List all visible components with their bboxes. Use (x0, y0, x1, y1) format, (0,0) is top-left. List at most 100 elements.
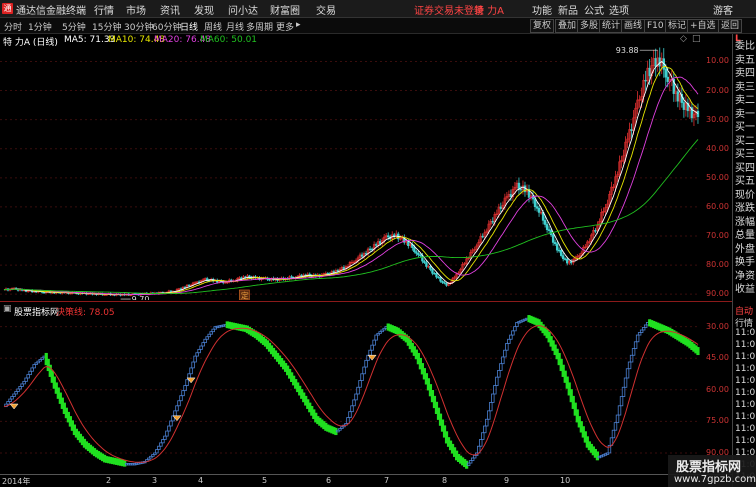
btn-f10[interactable]: F10 (644, 19, 667, 33)
candle-body (559, 249, 563, 256)
indicator-bar-up (30, 367, 34, 372)
indicator-bar-up (479, 439, 483, 447)
menu-shichang[interactable]: 市场 (126, 2, 146, 17)
menu-wenxiaoda[interactable]: 问小达 (228, 2, 258, 17)
period-15min[interactable]: 15分钟 (92, 20, 121, 33)
tick-item-label[interactable]: 11:0 (735, 400, 755, 410)
btn-fanhui[interactable]: 返回 (718, 19, 743, 33)
btn-diejia[interactable]: 叠加 (555, 19, 580, 33)
tick-item-label[interactable]: 11:0 (735, 352, 755, 362)
indicator-bar-up (155, 449, 159, 454)
candle-body (594, 230, 597, 232)
tick-item-label[interactable]: 11:0 (735, 328, 755, 338)
candle-body (425, 262, 428, 267)
indicator-bar-up (181, 390, 185, 397)
indicator-bar-up (189, 367, 193, 375)
candle-body (648, 67, 651, 77)
period-more[interactable]: 更多 (276, 20, 294, 33)
indicator-bar-up (157, 445, 161, 450)
indicator-bar-up (499, 363, 503, 371)
indicator-y-tick: 30.00 (706, 321, 729, 331)
x-axis-tick: 7 (384, 476, 390, 485)
menu-faxian[interactable]: 发现 (194, 2, 214, 17)
menu-gongneng[interactable]: 功能 (532, 2, 552, 17)
x-axis-tick: 3 (152, 476, 158, 485)
low-price-label: 9.70 (132, 295, 150, 300)
candle-body (553, 242, 557, 245)
tick-item-label[interactable]: 11:0 (735, 436, 755, 446)
tick-item-label[interactable]: 11:0 (735, 412, 755, 422)
period-5min[interactable]: 5分钟 (62, 20, 86, 33)
menu-xuanxiang[interactable]: 选项 (609, 2, 629, 17)
candle-body (499, 206, 503, 209)
candle-body (433, 272, 436, 275)
period-daily[interactable]: 日线 (180, 20, 198, 33)
period-multi[interactable]: 多周期 (246, 20, 273, 33)
candle-body (435, 273, 438, 278)
period-fenshi[interactable]: 分时 (4, 20, 22, 33)
candle-body (682, 102, 686, 110)
btn-huaxian[interactable]: 画线 (621, 19, 646, 33)
indicator-bar-up (352, 399, 356, 407)
panel-settings-icon[interactable]: ◇ (680, 34, 687, 44)
candle-body (519, 188, 523, 191)
btn-fuquan[interactable]: 复权 (530, 19, 555, 33)
indicator-dropdown-icon[interactable]: ▣ (3, 304, 12, 314)
indicator-bar-up (615, 414, 620, 424)
menu-gongshi[interactable]: 公式 (584, 2, 604, 17)
indicator-bar-up (505, 343, 509, 351)
indicator-bar-up (193, 355, 197, 363)
tick-item-label[interactable]: 11:0 (735, 388, 755, 398)
tick-item-label[interactable]: 11:0 (735, 376, 755, 386)
tick-item-label[interactable]: 11:0 (735, 424, 755, 434)
price-y-tick: 10.00 (706, 56, 729, 66)
indicator-bar-up (623, 377, 628, 388)
indicator-bar-up (485, 418, 489, 427)
btn-biaoji[interactable]: 标记 (665, 19, 690, 33)
candle-body (445, 282, 448, 286)
candle-body (543, 220, 547, 225)
btn-duogu[interactable]: 多股 (577, 19, 602, 33)
candle-body (570, 261, 573, 264)
indicator-bar-up (619, 396, 624, 407)
period-toolbar: 分时 1分钟 5分钟 15分钟 30分钟 60分钟 日线 周线 月线 多周期 更… (0, 18, 756, 34)
title-stock-name: 特 力A (474, 6, 505, 17)
menu-xinpin[interactable]: 新品 (558, 2, 578, 17)
period-60min[interactable]: 60分钟 (152, 20, 181, 33)
candle-body (664, 69, 667, 78)
more-arrow-icon[interactable]: ▸ (296, 20, 301, 30)
candle-body (423, 260, 426, 264)
indicator-bar-down (334, 427, 338, 436)
indicator-bar-up (179, 395, 183, 402)
guest-label[interactable]: 游客 (713, 2, 733, 17)
menu-caifuquan[interactable]: 财富圈 (270, 2, 300, 17)
panel-divider (0, 301, 732, 302)
menu-jiaoyi[interactable]: 交易 (316, 2, 336, 17)
indicator-bar-up (501, 356, 505, 365)
price-y-tick: 40.00 (706, 143, 729, 153)
indicator-bar-up (165, 430, 169, 437)
quote-item-label[interactable]: 收益 (735, 280, 755, 295)
candle-body (551, 234, 555, 243)
btn-zixuan[interactable]: +自选 (687, 19, 719, 33)
tick-item-label[interactable]: 11:0 (735, 340, 755, 350)
period-weekly[interactable]: 周线 (204, 20, 222, 33)
menu-zixun[interactable]: 资讯 (160, 2, 180, 17)
indicator-bar-up (203, 338, 207, 344)
btn-tongji[interactable]: 统计 (599, 19, 624, 33)
panel-maximize-icon[interactable]: □ (692, 34, 701, 44)
menu-hangqing[interactable]: 行情 (94, 2, 114, 17)
candle-body (481, 235, 484, 238)
indicator-chart[interactable] (0, 314, 704, 474)
price-chart[interactable]: 93.88 9.70 定 (0, 44, 704, 300)
period-monthly[interactable]: 月线 (226, 20, 244, 33)
period-30min[interactable]: 30分钟 (124, 20, 153, 33)
indicator-bar-up (513, 326, 517, 332)
x-axis-tick: 9 (504, 476, 510, 485)
buy-signal-icon (9, 403, 19, 410)
period-1min[interactable]: 1分钟 (28, 20, 52, 33)
candle-body (557, 249, 561, 252)
candle-body (368, 248, 372, 251)
tick-item-label[interactable]: 11:0 (735, 364, 755, 374)
indicator-bar-up (374, 334, 378, 341)
